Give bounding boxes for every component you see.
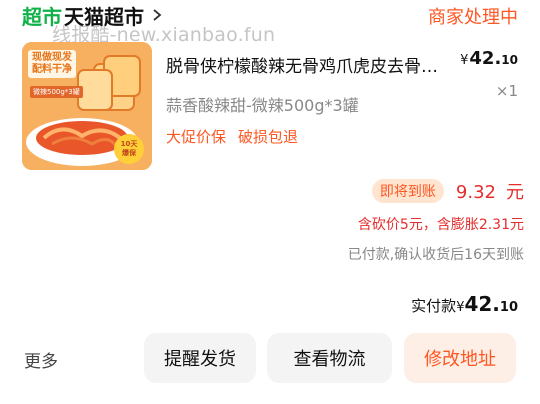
discount-note: 含砍价5元，含膨胀2.31元 bbox=[357, 217, 524, 233]
pending-amount-unit: 元 bbox=[506, 182, 524, 203]
actual-payment-label: 实付款 bbox=[411, 297, 457, 315]
product-price: ¥42.10 bbox=[460, 48, 518, 69]
service-tags: 大促价保 破损包退 bbox=[166, 126, 298, 147]
product-quantity: ×1 bbox=[495, 82, 518, 100]
thumbnail-guarantee-badge: 10天 爆保 bbox=[114, 134, 144, 164]
change-address-button[interactable]: 修改地址 bbox=[404, 333, 516, 383]
price-protection-tag: 大促价保 bbox=[166, 128, 227, 146]
price-decimal: 10 bbox=[501, 53, 518, 67]
order-status: 商家处理中 bbox=[428, 7, 518, 28]
pending-amount-value: 9.32 bbox=[455, 182, 496, 203]
product-thumbnail[interactable]: 现做现发 配料干净 微辣500g*3罐 10天 爆保 bbox=[22, 42, 152, 170]
actual-payment-decimal: 10 bbox=[499, 300, 518, 315]
damage-return-tag: 破损包退 bbox=[238, 128, 299, 146]
thumbnail-tag: 现做现发 配料干净 bbox=[28, 50, 76, 78]
paid-note: 已付款,确认收货后16天到账 bbox=[347, 247, 524, 263]
pending-amount: 9.32 元 bbox=[456, 178, 524, 204]
price-currency: ¥ bbox=[460, 53, 469, 68]
actual-payment: 实付款¥42.10 bbox=[411, 292, 518, 316]
thumbnail-spec-label: 微辣500g*3罐 bbox=[30, 86, 83, 98]
view-logistics-button[interactable]: 查看物流 bbox=[267, 333, 392, 383]
price-integer: 42. bbox=[469, 48, 502, 69]
more-button[interactable]: 更多 bbox=[24, 347, 58, 372]
remind-shipment-button[interactable]: 提醒发货 bbox=[144, 333, 256, 383]
actual-payment-integer: 42. bbox=[464, 292, 500, 316]
product-spec: 蒜香酸辣甜-微辣500g*3罐 bbox=[166, 96, 359, 115]
product-title[interactable]: 脱骨侠柠檬酸辣无骨鸡爪虎皮去骨凤爪 bbox=[166, 52, 451, 77]
pending-badge: 即将到账 bbox=[371, 179, 444, 203]
pending-refund-row: 即将到账 9.32 元 bbox=[371, 178, 524, 204]
